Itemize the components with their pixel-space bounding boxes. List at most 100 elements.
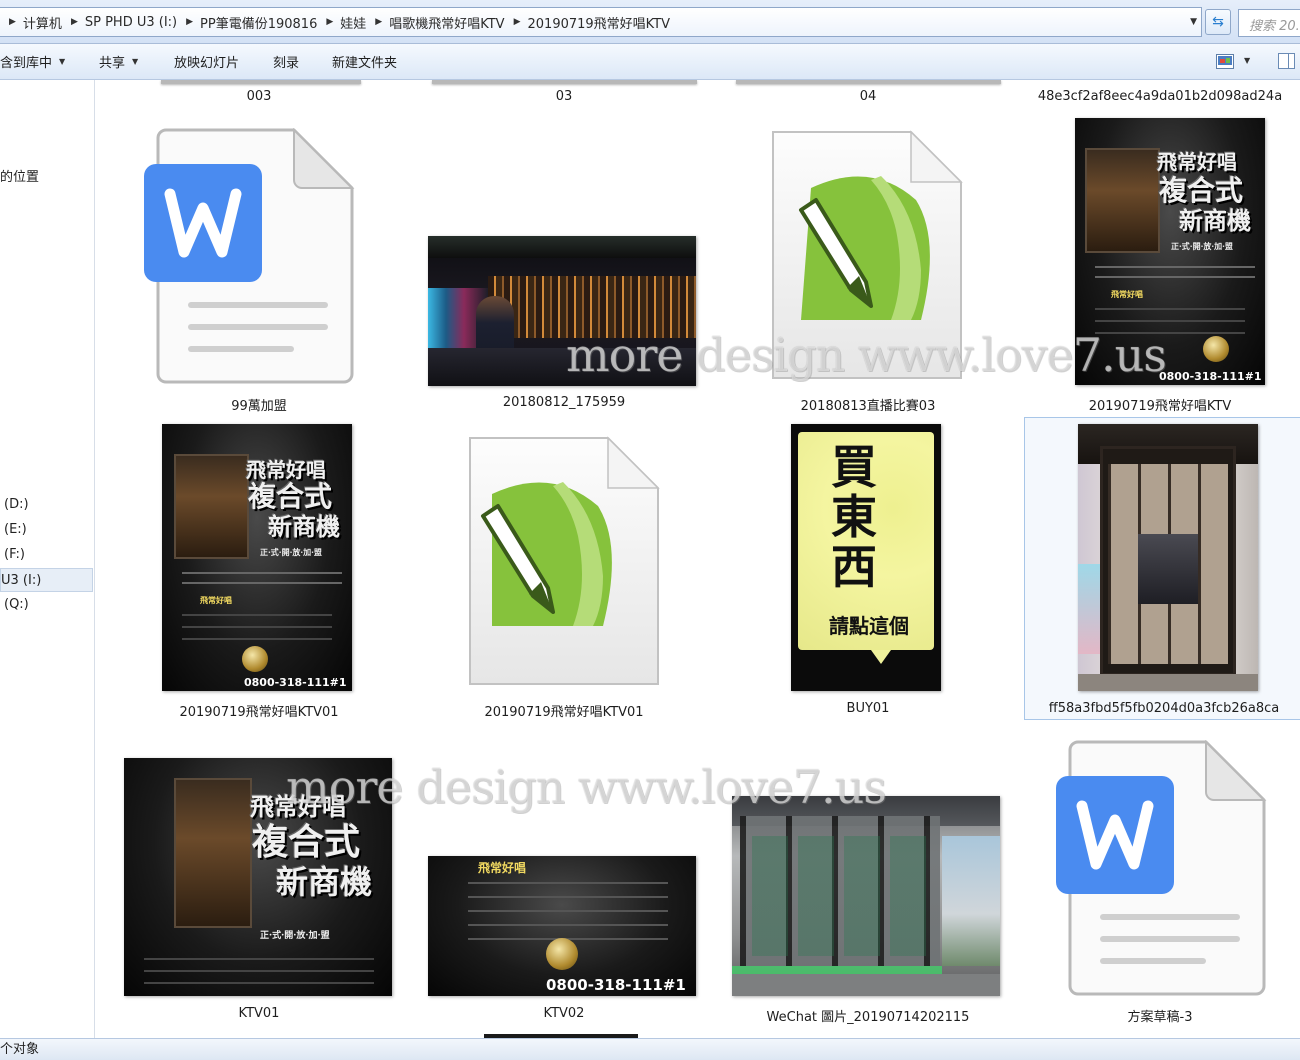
poster-brand-label: 飛常好唱 xyxy=(200,595,232,605)
poster-subtitle: 正·式·開·放·加·盟 xyxy=(1171,241,1233,251)
include-in-library-label: 含到库中 xyxy=(0,56,53,71)
breadcrumb-separator-icon[interactable]: ▶ xyxy=(0,17,23,27)
banner-sub-text: 請點這個 xyxy=(829,614,909,638)
poster-title-bottom: 新商機 xyxy=(1179,206,1251,235)
file-name: 20180813直播比賽03 xyxy=(800,399,936,414)
coreldraw-file-icon xyxy=(469,436,660,685)
poster-thumbnail: 飛常好唱 複合式 新商機 正·式·開·放·加·盟 飛常好唱 0800-318-1… xyxy=(162,424,352,691)
breadcrumb-separator-icon[interactable]: ▶ xyxy=(62,17,85,27)
nav-drive-d[interactable]: (D:) xyxy=(0,493,93,517)
slideshow-label: 放映幻灯片 xyxy=(174,56,240,71)
navigation-pane: 的位置 (D:) (E:) (F:) U3 (I:) (Q:) xyxy=(0,80,95,1038)
breadcrumb-backup-folder[interactable]: PP筆電備份190816 xyxy=(200,13,317,32)
file-name: 20190719飛常好唱KTV01 xyxy=(484,705,644,720)
breadcrumb-current-folder[interactable]: 20190719飛常好唱KTV xyxy=(528,13,671,32)
file-item[interactable]: 99萬加盟 xyxy=(106,118,412,416)
breadcrumb[interactable]: ▶ 计算机 ▶ SP PHD U3 (I:) ▶ PP筆電備份190816 ▶ … xyxy=(0,7,1202,37)
address-bar: ▶ 计算机 ▶ SP PHD U3 (I:) ▶ PP筆電備份190816 ▶ … xyxy=(0,0,1300,44)
include-in-library-button[interactable]: 含到库中 ▼ xyxy=(0,44,97,79)
status-bar: 个对象 xyxy=(0,1038,1300,1060)
breadcrumb-separator-icon[interactable]: ▶ xyxy=(317,17,340,27)
breadcrumb-separator-icon[interactable]: ▶ xyxy=(177,17,200,27)
burn-button[interactable]: 刻录 xyxy=(273,44,332,79)
nav-drive-e[interactable]: (E:) xyxy=(0,518,93,542)
breadcrumb-drive[interactable]: SP PHD U3 (I:) xyxy=(85,15,177,30)
share-label: 共享 xyxy=(99,56,126,71)
banner-main-text: 買東西 xyxy=(831,440,877,594)
poster-brand-label: 飛常好唱 xyxy=(1111,289,1143,299)
file-item[interactable]: 飛常好唱 複合式 新商機 正·式·開·放·加·盟 飛常好唱 0800-318-1… xyxy=(106,422,412,720)
burn-label: 刻录 xyxy=(273,56,300,71)
breadcrumb-ktv-folder[interactable]: 唱歌機飛常好唱KTV xyxy=(389,13,504,32)
change-view-icon[interactable] xyxy=(1216,54,1234,69)
poster-title-bottom: 新商機 xyxy=(276,863,373,901)
nav-recent-places[interactable]: 的位置 xyxy=(0,166,93,190)
file-name: KTV02 xyxy=(543,1006,585,1021)
poster-title-mid: 複合式 xyxy=(248,480,333,513)
file-name: 20190719飛常好唱KTV xyxy=(1088,399,1232,414)
nav-drive-i[interactable]: U3 (I:) xyxy=(0,568,93,592)
poster-phone: 0800-318-111#1 xyxy=(1159,370,1262,383)
breadcrumb-doll-folder[interactable]: 娃娃 xyxy=(340,13,366,32)
breadcrumb-separator-icon[interactable]: ▶ xyxy=(366,17,389,27)
refresh-button[interactable]: ⇆ xyxy=(1205,9,1231,35)
thumbnail-edge xyxy=(736,80,1001,84)
preview-pane-icon[interactable] xyxy=(1278,53,1295,69)
file-name: 03 xyxy=(555,89,573,104)
file-item-selected[interactable]: ff58a3fbd5f5fb0204d0a3fcb26a8ca xyxy=(1024,417,1300,720)
poster-title-mid: 複合式 xyxy=(252,821,361,863)
command-bar: 含到库中 ▼ 共享 ▼ 放映幻灯片 刻录 新建文件夹 ▼ xyxy=(0,44,1300,80)
file-name: KTV01 xyxy=(238,1006,280,1021)
poster-subtitle: 正·式·開·放·加·盟 xyxy=(260,931,330,941)
file-item[interactable]: 方案草稿-3 xyxy=(1020,740,1300,1030)
file-name: 04 xyxy=(859,89,877,104)
file-name: 20180812_175959 xyxy=(502,395,626,410)
poster-phone: 0800-318-111#1 xyxy=(244,676,347,689)
file-item[interactable]: 003 xyxy=(106,80,412,110)
refresh-icon: ⇆ xyxy=(1212,14,1224,30)
thumbnail-edge xyxy=(161,80,361,84)
file-name: BUY01 xyxy=(846,701,890,716)
file-item[interactable]: 買東西 請點這個 BUY01 xyxy=(716,422,1020,720)
file-item[interactable]: 03 xyxy=(412,80,716,110)
nav-drive-q[interactable]: (Q:) xyxy=(0,593,93,617)
item-count-label: 个对象 xyxy=(0,1042,40,1057)
file-name: 方案草稿-3 xyxy=(1127,1010,1193,1025)
watermark-text: more design www.love7.us xyxy=(566,328,1167,382)
file-name: ff58a3fbd5f5fb0204d0a3fcb26a8ca xyxy=(1048,701,1280,716)
poster-title-mid: 複合式 xyxy=(1159,174,1244,207)
share-button[interactable]: 共享 ▼ xyxy=(99,44,172,79)
wps-document-icon xyxy=(1056,740,1267,996)
file-name: WeChat 圖片_20190714202115 xyxy=(766,1010,970,1025)
file-list: 003 03 04 48e3cf2af8eec4a9da01b2d098ad24… xyxy=(96,80,1300,1038)
file-item[interactable]: 20190719飛常好唱KTV01 xyxy=(412,422,716,720)
search-input[interactable]: 搜索 20... xyxy=(1238,9,1300,37)
buy-banner-thumbnail: 買東西 請點這個 xyxy=(791,424,941,691)
breadcrumb-computer[interactable]: 计算机 xyxy=(23,13,62,32)
poster-subtitle: 正·式·開·放·加·盟 xyxy=(260,547,322,557)
microphone-icon xyxy=(1203,336,1229,362)
file-name: 48e3cf2af8eec4a9da01b2d098ad24a xyxy=(1037,89,1283,104)
new-folder-button[interactable]: 新建文件夹 xyxy=(332,44,397,79)
slideshow-button[interactable]: 放映幻灯片 xyxy=(174,44,271,79)
file-item[interactable]: 04 xyxy=(716,80,1020,110)
chevron-down-icon: ▼ xyxy=(132,57,139,66)
microphone-icon xyxy=(242,646,268,672)
thumbnail-edge xyxy=(432,80,697,84)
view-options-dropdown-icon[interactable]: ▼ xyxy=(1244,56,1250,65)
photo-thumbnail xyxy=(732,796,1000,996)
microphone-icon xyxy=(546,938,578,970)
photo-thumbnail xyxy=(1078,424,1258,691)
breadcrumb-separator-icon[interactable]: ▶ xyxy=(505,17,528,27)
address-history-dropdown-icon[interactable]: ▼ xyxy=(1190,17,1197,27)
file-name: 003 xyxy=(246,89,272,104)
poster-title-top: 飛常好唱 xyxy=(1157,150,1237,174)
nav-drive-f[interactable]: (F:) xyxy=(0,543,93,567)
poster-title-bottom: 新商機 xyxy=(268,512,340,541)
file-name: 99萬加盟 xyxy=(231,399,287,414)
chevron-down-icon: ▼ xyxy=(59,57,66,66)
file-name: 20190719飛常好唱KTV01 xyxy=(179,705,339,720)
wps-document-icon xyxy=(144,128,355,384)
file-item[interactable]: 48e3cf2af8eec4a9da01b2d098ad24a xyxy=(1020,80,1300,110)
watermark-text: more design www.love7.us xyxy=(286,760,887,814)
